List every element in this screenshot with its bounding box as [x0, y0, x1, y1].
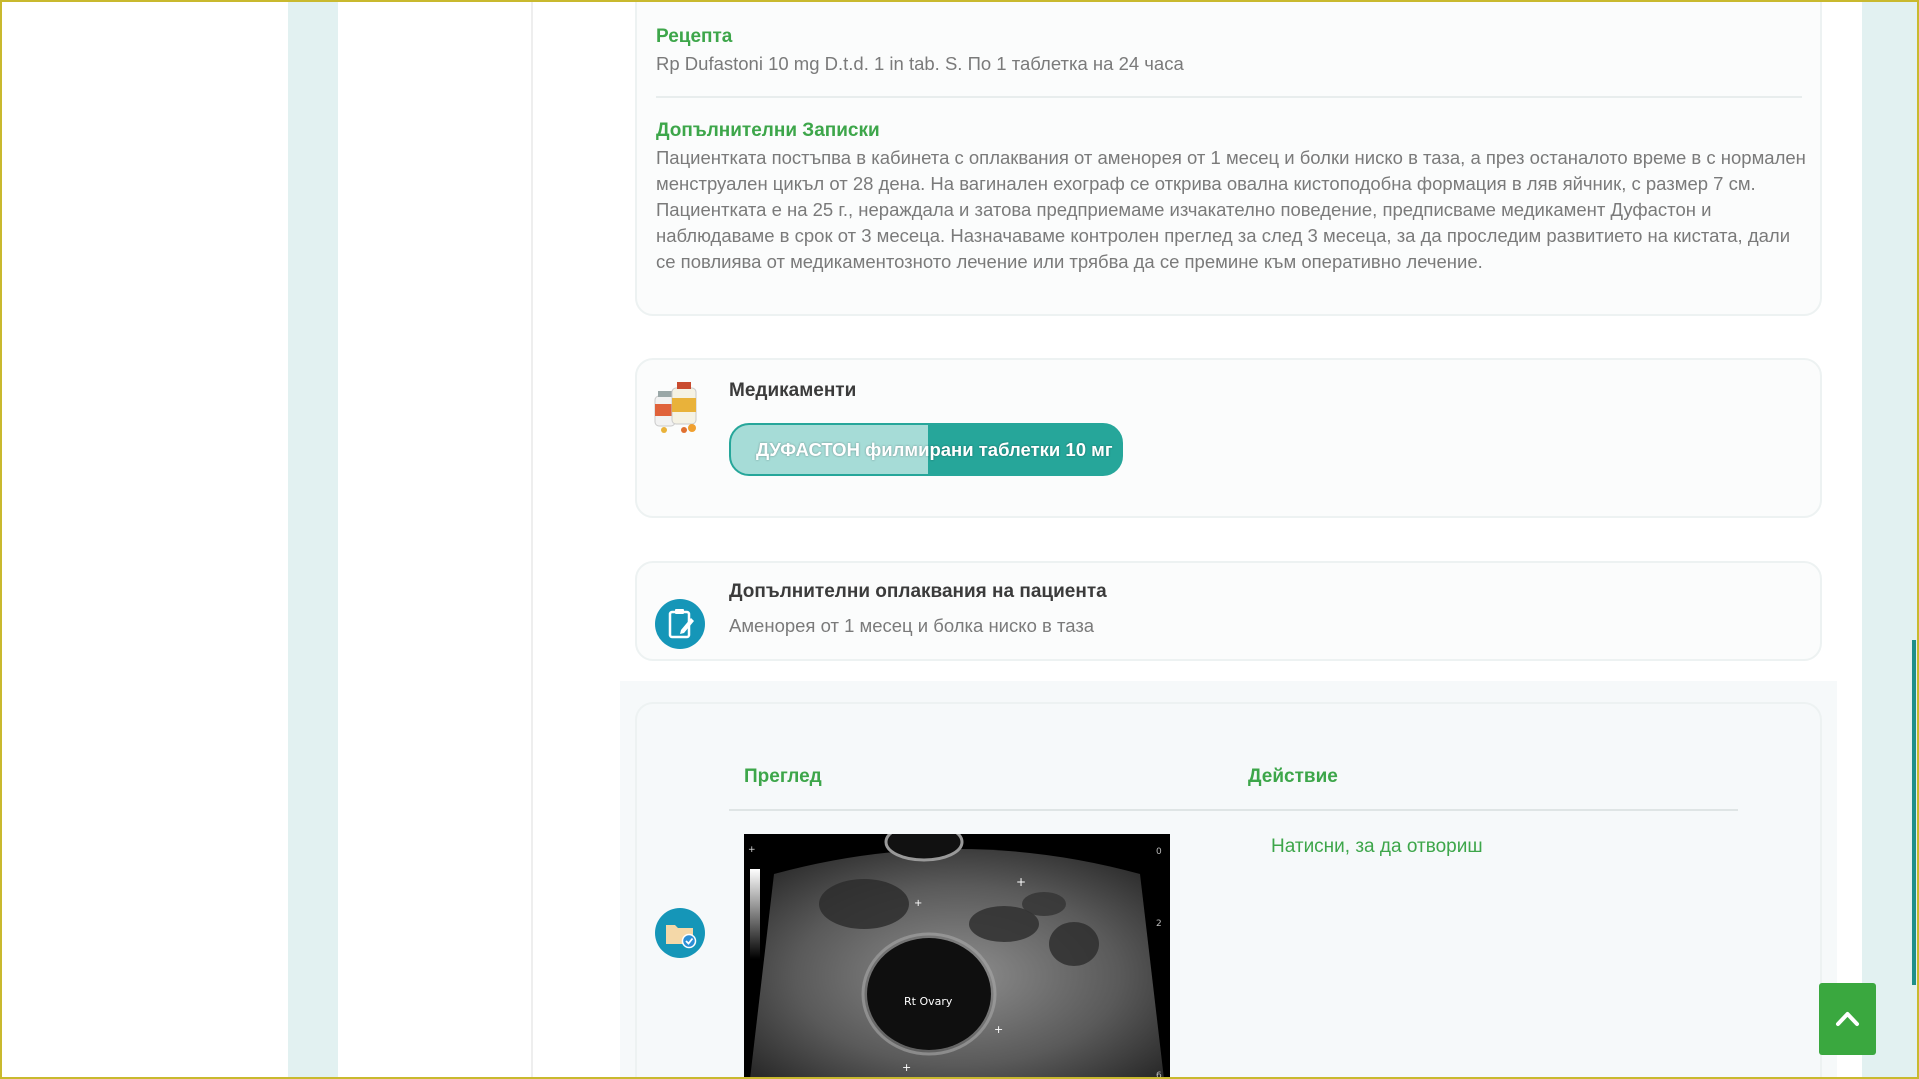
chevron-up-icon [1836, 1012, 1859, 1026]
notes-text: Пациентката постъпва в кабинета с оплакв… [656, 147, 1806, 272]
clipboard-pen-icon [655, 599, 705, 649]
svg-text:+: + [748, 845, 756, 855]
complaints-card [635, 561, 1822, 661]
prescription-title: Рецепта [656, 26, 733, 47]
svg-text:+: + [1016, 875, 1026, 889]
exam-table-divider [729, 809, 1738, 811]
sidebar-divider [531, 2, 533, 1077]
open-image-link[interactable]: Натисни, за да отвориш [1271, 836, 1483, 858]
medication-tag-label: ДУФАСТОН филмирани таблетки 10 мг [756, 439, 1113, 460]
svg-text:+: + [994, 1023, 1003, 1036]
svg-text:+: + [902, 1061, 911, 1074]
medication-tag[interactable]: ДУФАСТОН филмирани таблетки 10 мг [729, 423, 1123, 476]
column-header-action: Действие [1248, 766, 1338, 787]
prescription-text: Rp Dufastoni 10 mg D.t.d. 1 in tab. S. П… [656, 53, 1184, 74]
medicine-bottles-icon [652, 378, 704, 434]
back-to-top-button[interactable] [1819, 983, 1876, 1055]
svg-text:6: 6 [1156, 1071, 1162, 1079]
svg-text:0: 0 [1156, 847, 1162, 857]
svg-text:2: 2 [1156, 919, 1162, 929]
complaints-title: Допълнителни оплаквания на пациента [729, 581, 1107, 602]
ultrasound-label: Rt Ovary [904, 995, 953, 1008]
ultrasound-image[interactable]: + Rt Ovary + + + + 0 2 6 [744, 834, 1170, 1079]
column-header-exam: Преглед [744, 766, 822, 787]
complaints-text: Аменорея от 1 месец и болка ниско в таза [729, 615, 1095, 636]
scrollbar-thumb[interactable] [1912, 640, 1916, 985]
right-side-strip [1862, 2, 1917, 1077]
folder-check-icon [655, 908, 705, 958]
medications-title: Медикаменти [729, 380, 857, 401]
left-side-strip [288, 2, 338, 1077]
prescription-divider [656, 96, 1802, 98]
notes-title: Допълнителни Записки [656, 120, 880, 141]
left-blank-area [2, 2, 288, 1077]
svg-text:+: + [914, 898, 922, 909]
